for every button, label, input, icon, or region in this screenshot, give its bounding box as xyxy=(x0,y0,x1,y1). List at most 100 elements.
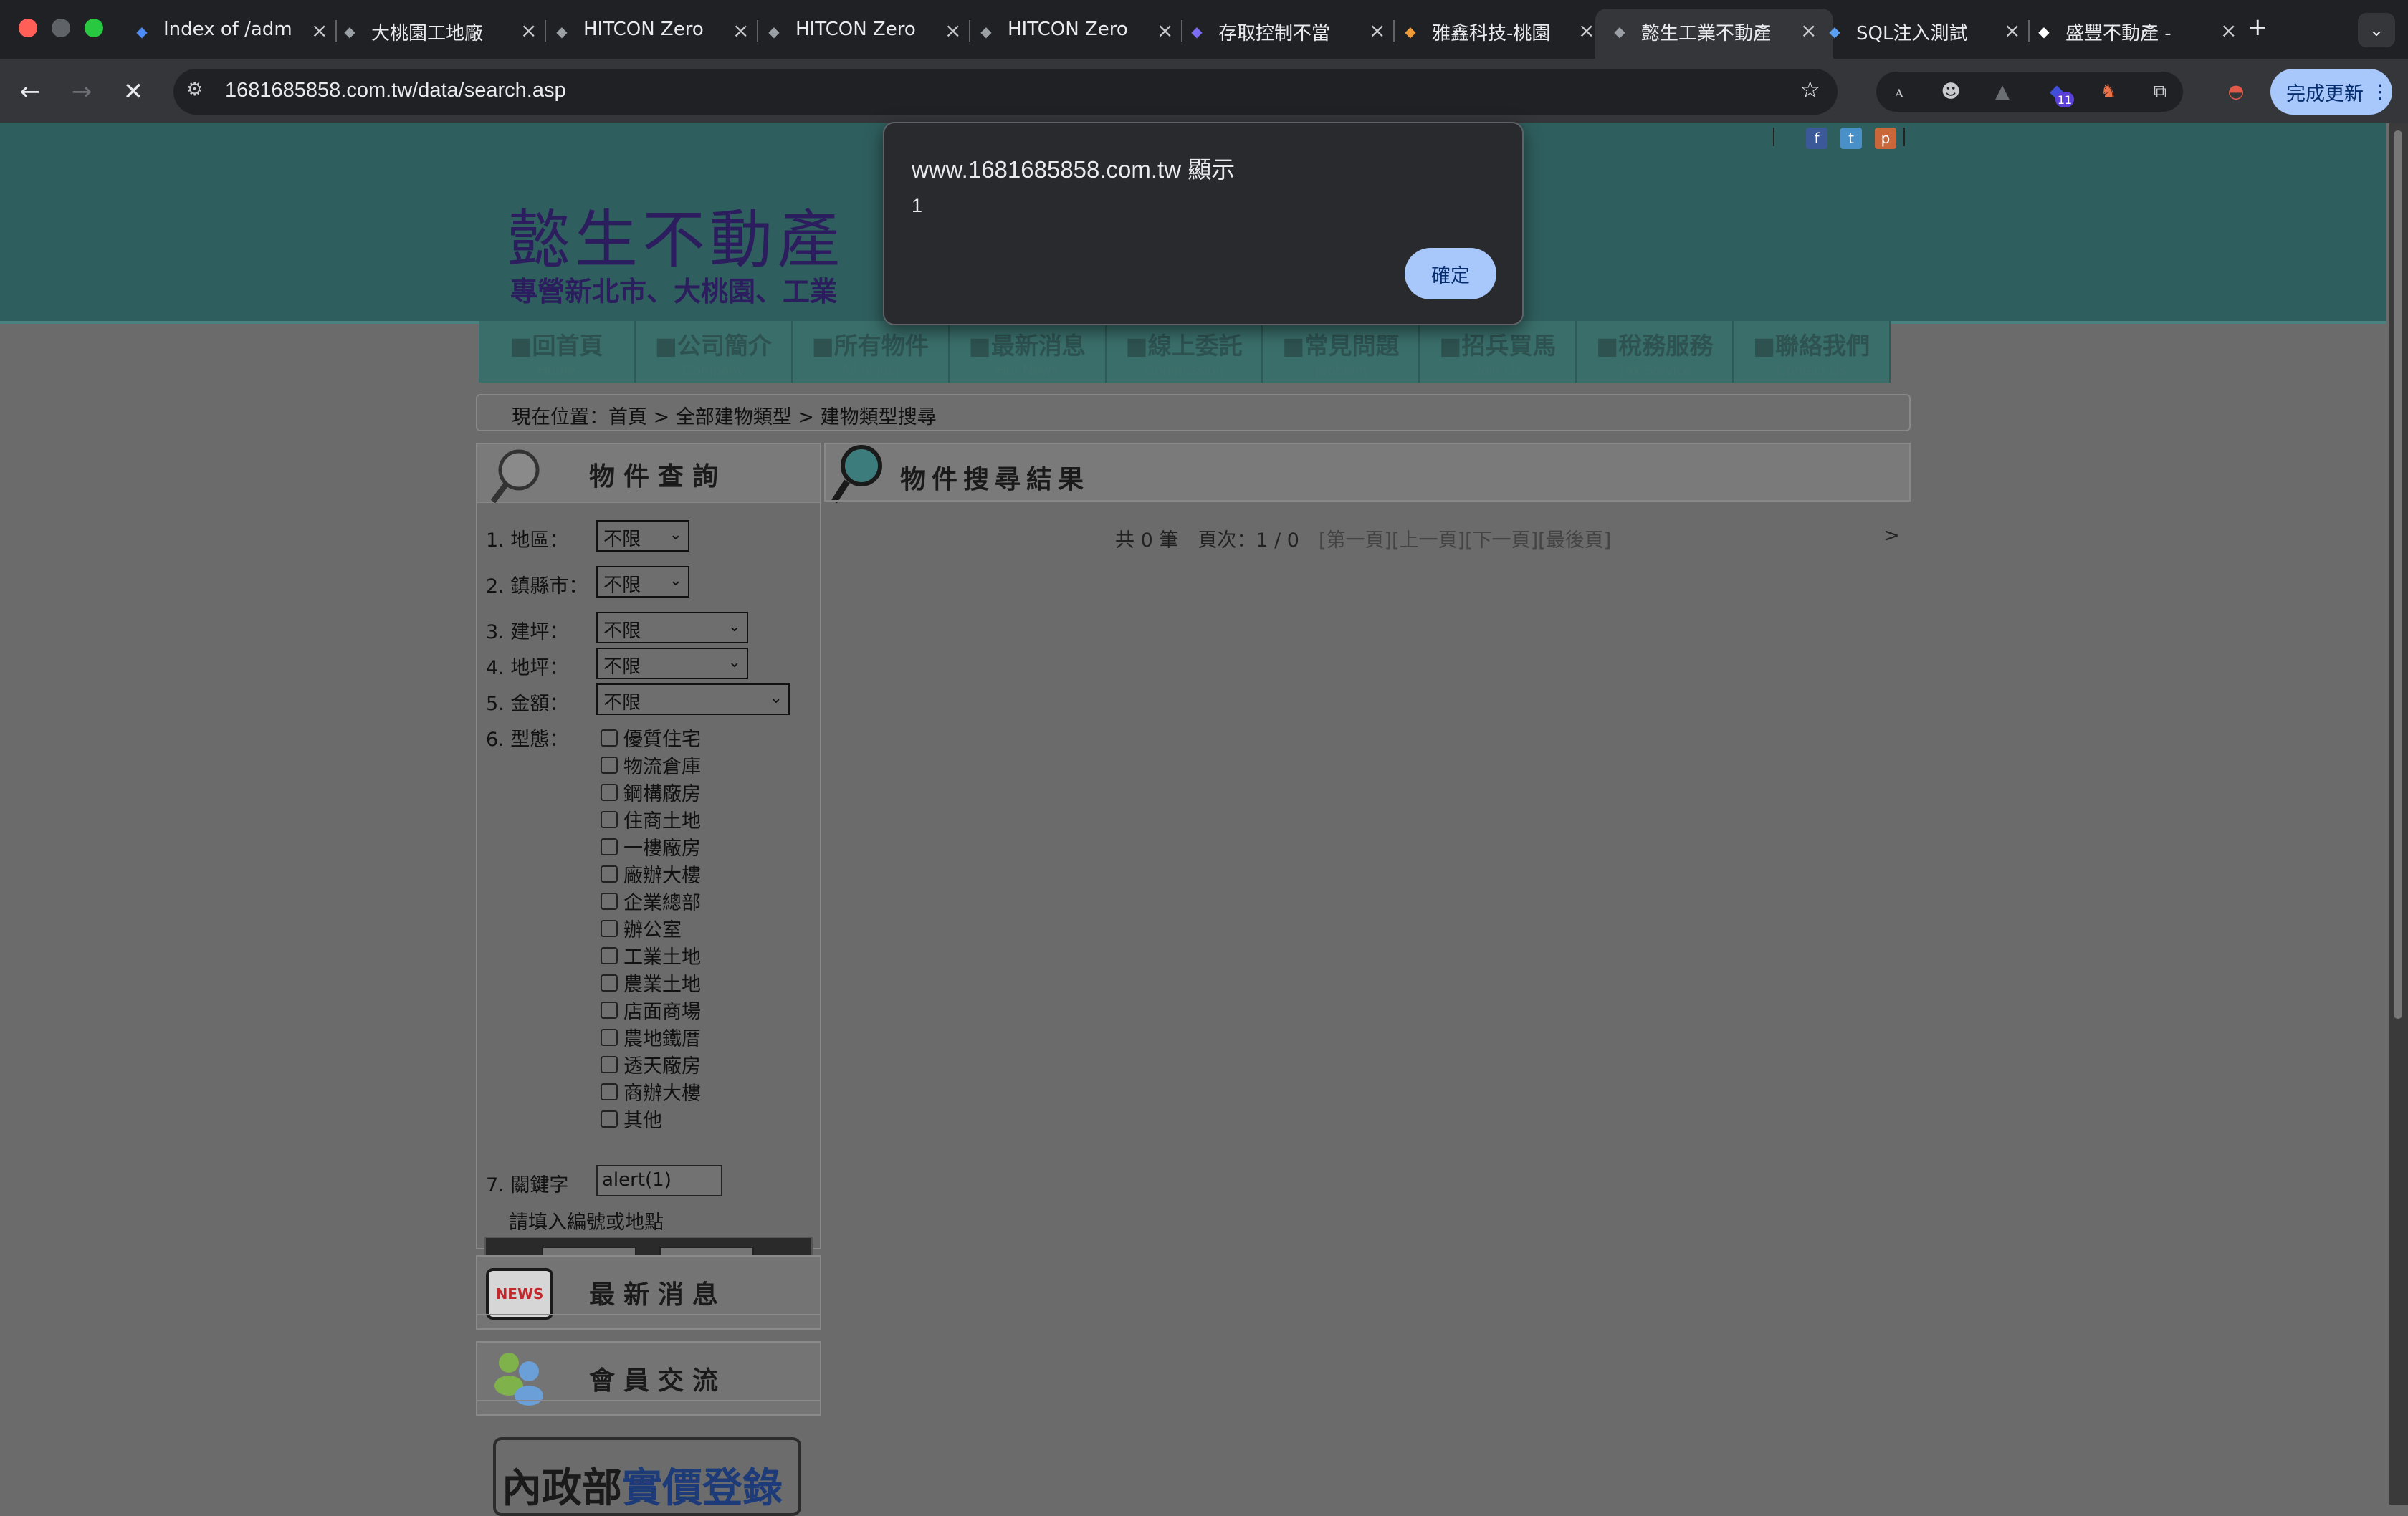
tab-separator xyxy=(757,20,758,42)
type-checkbox[interactable]: 農地鐵厝 xyxy=(601,1023,701,1051)
checkbox-box[interactable] xyxy=(601,865,618,883)
forward-arrow-icon[interactable]: → xyxy=(64,75,99,109)
building-area-select[interactable]: 不限 ⌄ xyxy=(596,612,748,643)
browser-tab[interactable]: ◆ 存取控制不當 × xyxy=(1185,9,1389,59)
next-arrow-link[interactable]: > xyxy=(1883,524,1900,547)
price-select[interactable]: 不限 ⌄ xyxy=(596,683,790,715)
close-tab-icon[interactable]: × xyxy=(2004,19,2020,42)
checkbox-box[interactable] xyxy=(601,919,618,937)
checkbox-box[interactable] xyxy=(601,1055,618,1073)
close-tab-icon[interactable]: × xyxy=(1157,19,1173,42)
checkbox-box[interactable] xyxy=(601,1028,618,1046)
site-info-icon[interactable]: ⚙ xyxy=(186,79,203,100)
stop-loading-icon[interactable]: ✕ xyxy=(116,75,150,109)
type-checkbox[interactable]: 企業總部 xyxy=(601,887,701,915)
nav-item[interactable]: ■所有物件 All object xyxy=(793,321,950,383)
checkbox-box[interactable] xyxy=(601,974,618,992)
type-checkbox[interactable]: 辦公室 xyxy=(601,914,682,942)
ext-a-icon[interactable]: ꭺ xyxy=(1886,79,1912,105)
browser-tab[interactable]: ◆ HITCON Zero × xyxy=(975,9,1177,59)
type-checkbox[interactable]: 其他 xyxy=(601,1105,662,1133)
type-checkbox[interactable]: 物流倉庫 xyxy=(601,751,701,779)
checkbox-box[interactable] xyxy=(601,783,618,801)
pager-links[interactable]: [第一頁][上一頁][下一頁][最後頁] xyxy=(1319,529,1611,552)
update-button[interactable]: 完成更新 ⋮ xyxy=(2270,69,2392,115)
nav-item[interactable]: ■稅務服務 Tax Service xyxy=(1577,321,1734,383)
dialog-ok-button[interactable]: 確定 xyxy=(1405,248,1496,299)
type-checkbox[interactable]: 住商土地 xyxy=(601,805,701,833)
checkbox-box[interactable] xyxy=(601,1001,618,1019)
type-checkbox[interactable]: 透天廠房 xyxy=(601,1050,701,1078)
close-tab-icon[interactable]: × xyxy=(2220,19,2237,42)
close-tab-icon[interactable]: × xyxy=(520,19,537,42)
checkbox-box[interactable] xyxy=(601,756,618,774)
nav-item[interactable]: ■常見問題 problem xyxy=(1263,321,1420,383)
profile-avatar-icon[interactable]: ◓ xyxy=(2223,79,2249,105)
checkbox-box[interactable] xyxy=(601,946,618,964)
more-menu-icon[interactable]: ⋮ xyxy=(2371,81,2390,103)
twitter-icon[interactable]: t xyxy=(1840,128,1862,149)
type-checkbox[interactable]: 一樓廠房 xyxy=(601,833,701,860)
search-panel-title: 物件查詢 xyxy=(589,462,727,491)
close-tab-icon[interactable]: × xyxy=(1369,19,1385,42)
browser-tab[interactable]: ◆ 雅鑫科技-桃園 × xyxy=(1399,9,1598,59)
type-checkbox[interactable]: 店面商場 xyxy=(601,996,701,1024)
close-tab-icon[interactable]: × xyxy=(311,19,328,42)
browser-tab[interactable]: ◆ 盛豐不動產 - × xyxy=(2032,9,2240,59)
land-area-select[interactable]: 不限 ⌄ xyxy=(596,648,748,679)
type-checkbox[interactable]: 鋼構廠房 xyxy=(601,778,701,806)
tab-search-icon[interactable]: ⌄ xyxy=(2358,13,2395,47)
close-tab-icon[interactable]: × xyxy=(945,19,961,42)
scrollbar-thumb[interactable] xyxy=(2394,130,2402,1019)
plurk-icon[interactable]: p xyxy=(1875,128,1896,149)
address-bar[interactable]: ⚙ 1681685858.com.tw/data/search.asp ☆ xyxy=(173,69,1838,115)
ext-fox-icon[interactable]: ♞ xyxy=(2096,79,2121,105)
nav-item[interactable]: ■聯絡我們 Contact Us xyxy=(1734,321,1891,383)
nav-item[interactable]: ■回首頁 Home xyxy=(479,321,636,383)
browser-tab[interactable]: ◆ HITCON Zero × xyxy=(763,9,965,59)
close-tab-icon[interactable]: × xyxy=(1578,19,1595,42)
zoom-window-icon[interactable] xyxy=(85,19,103,37)
site-logo-title[interactable]: 懿生不動產 xyxy=(507,189,844,280)
nav-item[interactable]: ■最新消息 Hot News xyxy=(950,321,1107,383)
back-arrow-icon[interactable]: ← xyxy=(13,75,47,109)
news-title[interactable]: 最新消息 xyxy=(589,1274,727,1311)
checkbox-box[interactable] xyxy=(601,838,618,855)
bookmark-star-icon[interactable]: ☆ xyxy=(1800,76,1820,103)
region-select[interactable]: 不限 ⌄ xyxy=(596,520,689,552)
browser-tab[interactable]: ◆ HITCON Zero × xyxy=(550,9,752,59)
checkbox-box[interactable] xyxy=(601,1110,618,1128)
browser-tab[interactable]: ◆ Index of /adm × xyxy=(130,9,331,59)
nav-item[interactable]: ■公司簡介 Company xyxy=(636,321,793,383)
checkbox-box[interactable] xyxy=(601,892,618,910)
ext-gray-icon[interactable]: ▲ xyxy=(1989,79,2015,105)
close-window-icon[interactable] xyxy=(19,19,37,37)
hitcon-icon: ◆ xyxy=(344,23,355,40)
extensions-puzzle-icon[interactable]: ⧉ xyxy=(2147,79,2173,105)
nav-item[interactable]: ■招兵買馬 Join Us xyxy=(1420,321,1577,383)
new-tab-icon[interactable]: + xyxy=(2247,13,2268,42)
browser-tab[interactable]: ◆ SQL注入測試 × xyxy=(1823,9,2024,59)
keyword-input[interactable]: alert(1) xyxy=(596,1165,722,1196)
type-checkbox[interactable]: 商辦大樓 xyxy=(601,1078,701,1105)
region-label: 1. 地區： xyxy=(486,529,569,552)
checkbox-box[interactable] xyxy=(601,1083,618,1100)
checkbox-box[interactable] xyxy=(601,729,618,747)
members-title[interactable]: 會員交流 xyxy=(589,1360,727,1397)
type-checkbox[interactable]: 農業土地 xyxy=(601,969,701,997)
close-tab-icon[interactable]: × xyxy=(1800,19,1817,42)
facebook-icon[interactable]: f xyxy=(1806,128,1828,149)
nav-item[interactable]: ■線上委託 Commission xyxy=(1107,321,1263,383)
close-tab-icon[interactable]: × xyxy=(732,19,749,42)
browser-tab[interactable]: ◆ 大桃園工地廠 × xyxy=(338,9,540,59)
type-checkbox[interactable]: 工業土地 xyxy=(601,941,701,969)
type-checkbox[interactable]: 廠辦大樓 xyxy=(601,860,701,888)
type-checkbox[interactable]: 優質住宅 xyxy=(601,724,701,752)
minimize-window-icon[interactable] xyxy=(52,19,70,37)
ext-mask-icon[interactable]: ☻ xyxy=(1938,79,1964,105)
browser-tab[interactable]: ◆ 懿生工業不動產 × xyxy=(1595,9,1833,59)
price-value: 不限 xyxy=(603,692,641,714)
url-text[interactable]: 1681685858.com.tw/data/search.asp xyxy=(225,79,566,102)
checkbox-box[interactable] xyxy=(601,810,618,828)
town-select[interactable]: 不限 ⌄ xyxy=(596,566,689,598)
